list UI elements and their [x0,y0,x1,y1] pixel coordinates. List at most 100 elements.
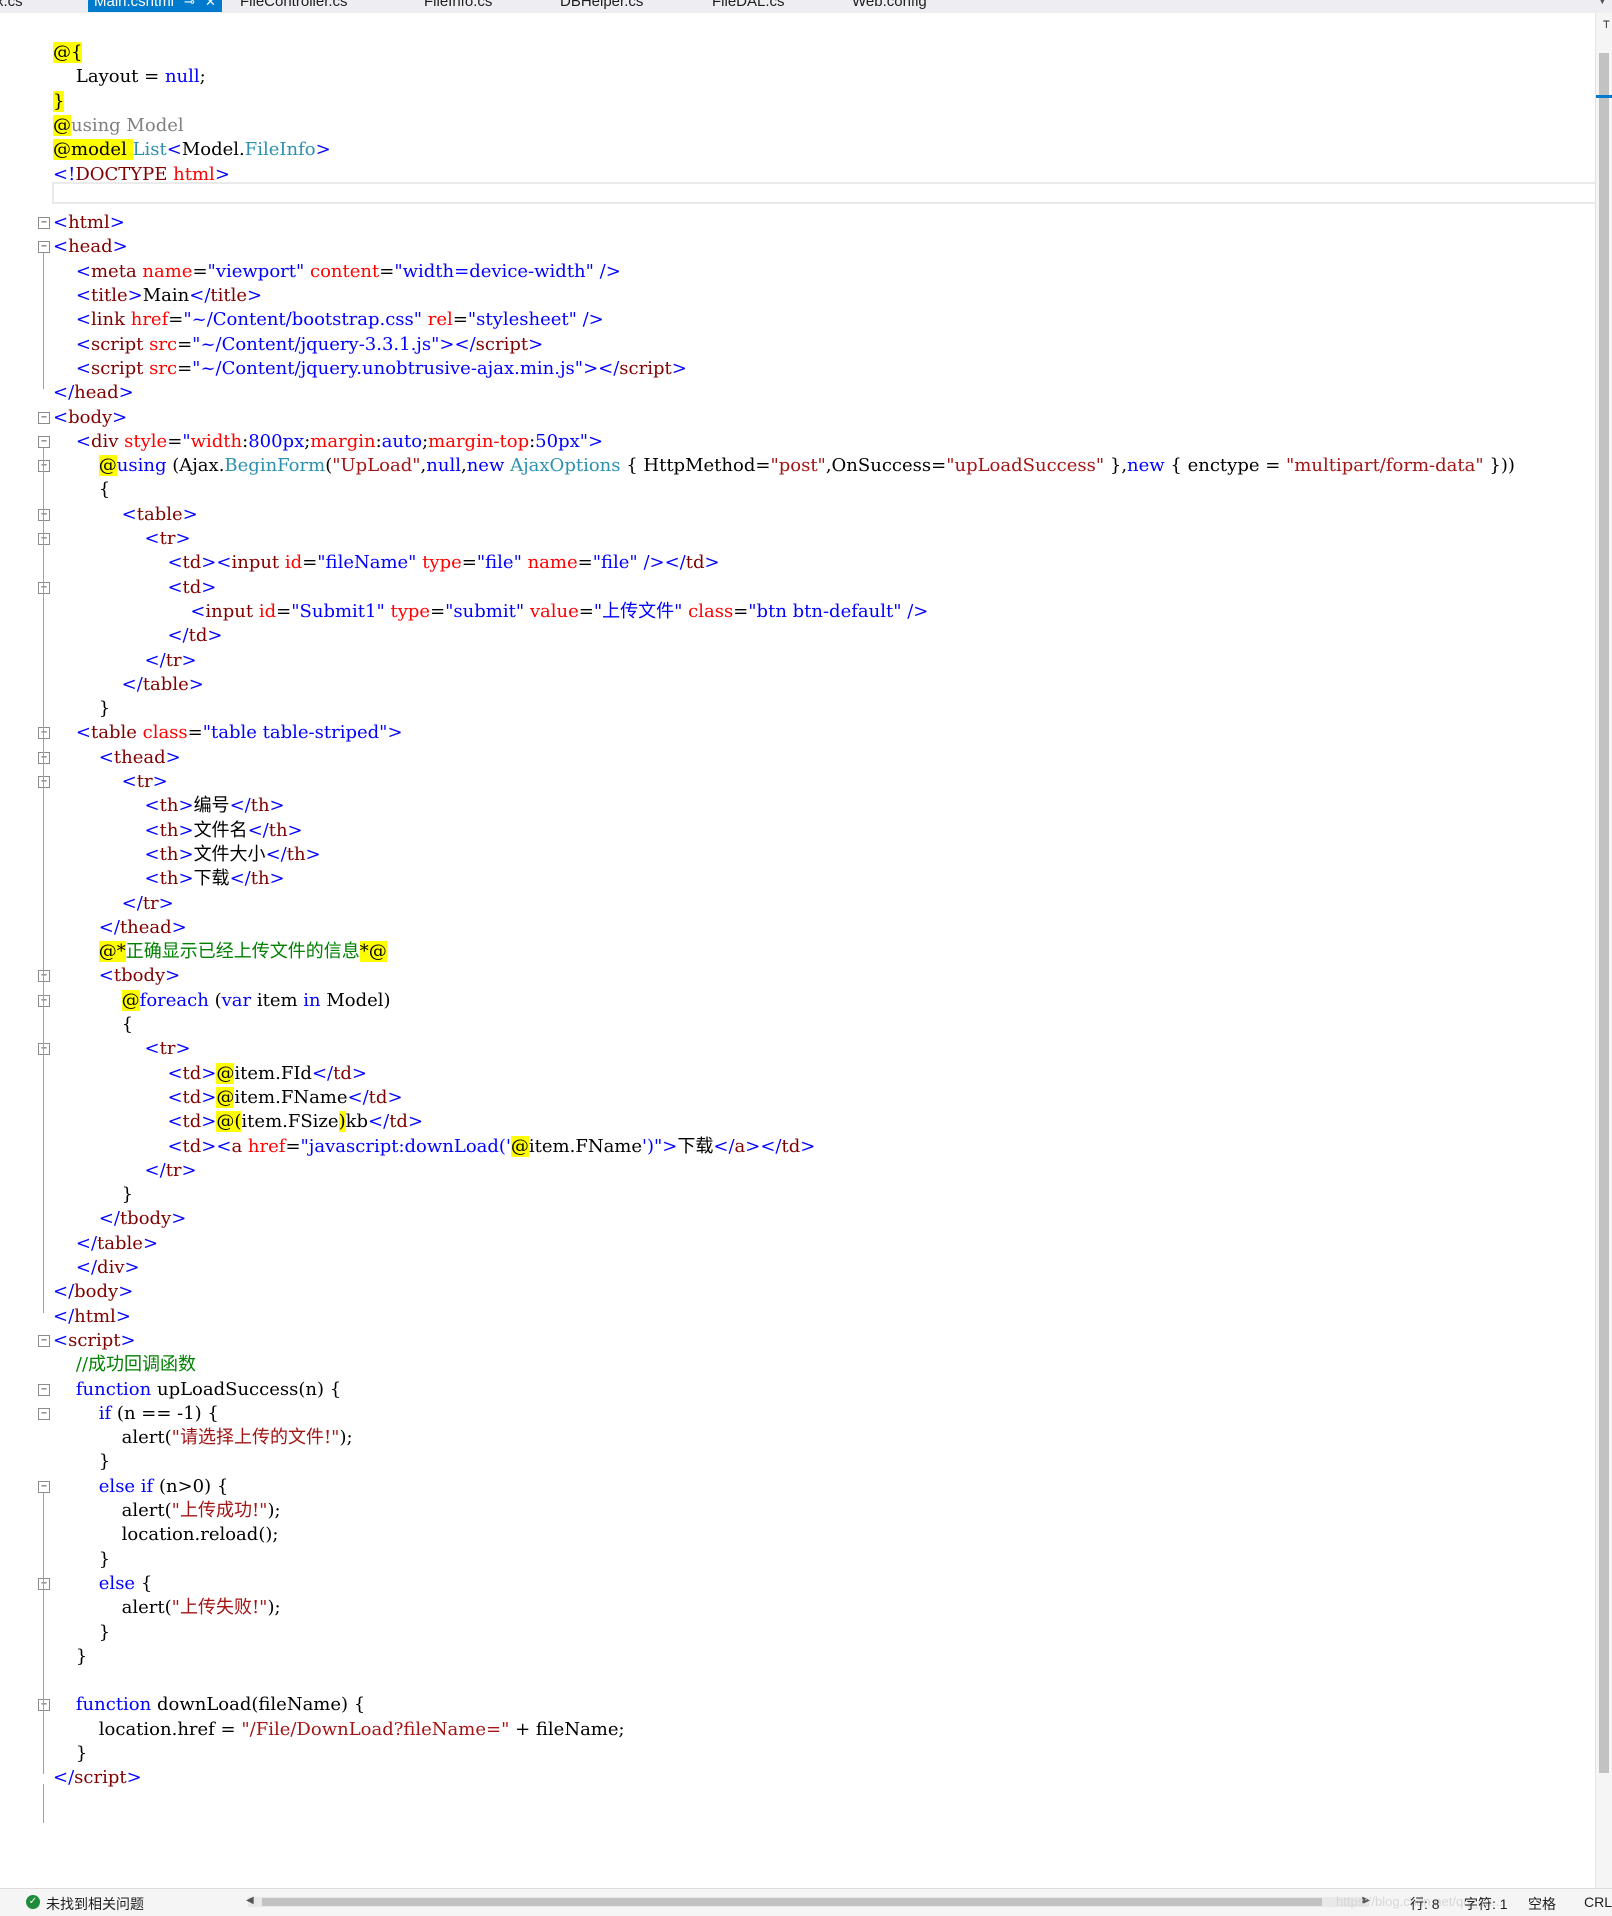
code-line[interactable]: − <tr> [0,527,1596,551]
code-line[interactable]: </tr> [0,649,1596,673]
code-line[interactable]: − if (n == -1) { [0,1402,1596,1426]
code-line[interactable]: − else if (n>0) { [0,1475,1596,1499]
code-line[interactable]: } [0,1645,1596,1669]
code-line[interactable] [0,187,1596,211]
code-line[interactable]: <th>编号</th> [0,794,1596,818]
code-line[interactable]: <th>下载</th> [0,867,1596,891]
code-line[interactable]: <script src="~/Content/jquery.unobtrusiv… [0,357,1596,381]
fold-toggle-icon[interactable]: − [38,581,50,594]
code-line[interactable]: <meta name="viewport" content="width=dev… [0,260,1596,284]
fold-toggle-icon[interactable]: − [38,411,50,424]
code-line[interactable]: <title>Main</title> [0,284,1596,308]
char-indicator[interactable]: 字符: 1 [1464,1894,1508,1914]
code-line[interactable]: − <thead> [0,746,1596,770]
fold-toggle-icon[interactable]: − [38,970,50,983]
tab-filedal-cs[interactable]: FileDAL.cs [712,0,785,12]
code-line[interactable]: </td> [0,624,1596,648]
code-line[interactable]: @*正确显示已经上传文件的信息*@ [0,940,1596,964]
code-line[interactable]: <td>@(item.FSize)kb</td> [0,1110,1596,1134]
fold-toggle-icon[interactable]: − [38,1334,50,1347]
code-line[interactable]: location.href = "/File/DownLoad?fileName… [0,1718,1596,1742]
code-line[interactable]: alert("上传成功!"); [0,1499,1596,1523]
code-line[interactable]: } [0,1548,1596,1572]
code-line[interactable] [0,1669,1596,1693]
tab-dbhelper-cs[interactable]: DBHelper.cs [560,0,643,12]
code-line[interactable]: − <tr> [0,770,1596,794]
tab-fileinfo-cs[interactable]: FileInfo.cs [424,0,492,12]
code-line[interactable]: − function upLoadSuccess(n) { [0,1378,1596,1402]
code-line[interactable]: − <html> [0,211,1596,235]
code-line[interactable]: − @foreach (var item in Model) [0,989,1596,1013]
code-line[interactable]: } [0,1621,1596,1645]
fold-toggle-icon[interactable]: − [38,460,50,473]
code-line[interactable]: </body> [0,1280,1596,1304]
horizontal-scrollbar[interactable]: ◀ ▶ [246,1895,1370,1907]
code-line[interactable]: </table> [0,673,1596,697]
code-line[interactable]: } [0,1450,1596,1474]
code-line[interactable]: </thead> [0,916,1596,940]
code-line[interactable]: − <td> [0,576,1596,600]
code-line[interactable]: } [0,697,1596,721]
code-line[interactable]: − <table class="table table-striped"> [0,721,1596,745]
code-line[interactable]: − <table> [0,503,1596,527]
fold-toggle-icon[interactable]: − [38,435,50,448]
fold-toggle-icon[interactable]: − [38,727,50,740]
fold-toggle-icon[interactable]: − [38,751,50,764]
code-line[interactable]: </div> [0,1256,1596,1280]
fold-toggle-icon[interactable]: − [38,1043,50,1056]
code-line[interactable]: @model List<Model.FileInfo> [0,138,1596,162]
code-line[interactable]: </script> [0,1766,1596,1790]
code-line[interactable]: { [0,478,1596,502]
code-line[interactable]: } [0,1183,1596,1207]
code-line[interactable]: { [0,1013,1596,1037]
fold-toggle-icon[interactable]: − [38,1577,50,1590]
code-line[interactable]: location.reload(); [0,1523,1596,1547]
code-line[interactable]: <script src="~/Content/jquery-3.3.1.js">… [0,333,1596,357]
fold-toggle-icon[interactable]: − [38,241,50,254]
scrollbar-thumb[interactable] [1599,53,1609,1773]
code-line[interactable]: <th>文件大小</th> [0,843,1596,867]
fold-toggle-icon[interactable]: − [38,1699,50,1712]
code-line[interactable]: <th>文件名</th> [0,819,1596,843]
code-line[interactable]: <link href="~/Content/bootstrap.css" rel… [0,308,1596,332]
code-line[interactable]: − <div style="width:800px;margin:auto;ma… [0,430,1596,454]
code-line[interactable]: } [0,1742,1596,1766]
code-line[interactable]: </tbody> [0,1207,1596,1231]
code-line[interactable]: − @using (Ajax.BeginForm("UpLoad",null,n… [0,454,1596,478]
code-line[interactable]: </html> [0,1305,1596,1329]
fold-toggle-icon[interactable]: − [38,994,50,1007]
vertical-scrollbar[interactable]: ⊤ [1595,13,1612,1888]
fold-toggle-icon[interactable]: − [38,533,50,545]
code-line[interactable]: − else { [0,1572,1596,1596]
code-line[interactable]: //成功回调函数 [0,1353,1596,1377]
chevron-down-icon[interactable]: ▾ [1599,0,1606,8]
code-line[interactable]: − <tr> [0,1037,1596,1061]
code-line[interactable]: − function downLoad(fileName) { [0,1693,1596,1717]
code-line[interactable]: − <body> [0,406,1596,430]
code-line[interactable]: </head> [0,381,1596,405]
tab-x-cs[interactable]: x.cs [0,0,23,12]
close-icon[interactable]: ✕ [205,0,216,9]
code-line[interactable]: <input id="Submit1" type="submit" value=… [0,600,1596,624]
pin-icon[interactable]: ⊸ [184,0,195,9]
fold-toggle-icon[interactable]: − [38,508,50,521]
tab-filecontroller-cs[interactable]: FileController.cs [240,0,348,12]
code-editor[interactable]: @{ Layout = null;} @using Model @model Lis… [0,13,1598,1888]
fold-toggle-icon[interactable]: − [38,1407,50,1420]
code-line[interactable]: <td><a href="javascript:downLoad('@item.… [0,1135,1596,1159]
line-number-indicator[interactable]: 行: 8 [1410,1894,1440,1914]
horizontal-scrollbar-thumb[interactable] [262,1898,1322,1906]
code-line[interactable]: @using Model [0,114,1596,138]
code-line[interactable]: alert("请选择上传的文件!"); [0,1426,1596,1450]
code-line[interactable]: − <script> [0,1329,1596,1353]
fold-toggle-icon[interactable]: − [38,1383,50,1396]
code-line[interactable]: Layout = null; [0,65,1596,89]
split-icon[interactable]: ⊤ [1603,17,1610,31]
issues-status[interactable]: 未找到相关问题 [46,1894,144,1914]
tab-web-config[interactable]: Web.config [852,0,927,12]
fold-toggle-icon[interactable]: − [38,776,50,788]
fold-toggle-icon[interactable]: − [38,1480,50,1493]
eol-indicator[interactable]: CRLF [1584,1894,1612,1910]
scroll-left-icon[interactable]: ◀ [246,1895,254,1906]
tab-main-cshtml[interactable]: Main.cshtml ⊸ ✕ [88,0,222,12]
